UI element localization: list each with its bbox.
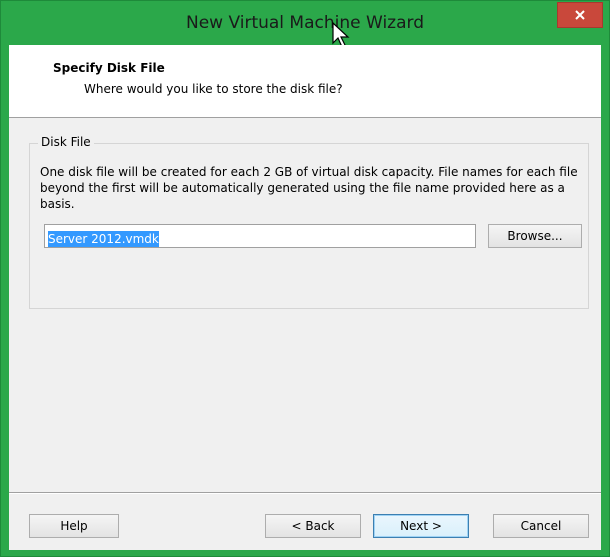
wizard-header: Specify Disk File Where would you like t… xyxy=(9,45,601,118)
next-button[interactable]: Next > xyxy=(373,514,469,538)
group-legend: Disk File xyxy=(38,135,94,149)
disk-file-group: Disk File One disk file will be created … xyxy=(29,135,589,309)
window-title: New Virtual Machine Wizard xyxy=(186,13,424,33)
disk-file-path-input[interactable]: Server 2012.vmdk xyxy=(44,224,476,248)
footer-divider xyxy=(9,492,601,494)
page-subtitle: Where would you like to store the disk f… xyxy=(84,82,343,96)
back-button[interactable]: < Back xyxy=(265,514,361,538)
help-button[interactable]: Help xyxy=(29,514,119,538)
close-button[interactable] xyxy=(557,2,603,28)
wizard-window: New Virtual Machine Wizard Specify Disk … xyxy=(0,0,610,557)
disk-file-path-value: Server 2012.vmdk xyxy=(48,231,159,247)
group-description: One disk file will be created for each 2… xyxy=(40,165,578,211)
browse-button[interactable]: Browse... xyxy=(488,224,582,248)
title-bar[interactable]: New Virtual Machine Wizard xyxy=(1,1,609,48)
cancel-button[interactable]: Cancel xyxy=(493,514,589,538)
page-title: Specify Disk File xyxy=(53,61,165,75)
close-icon xyxy=(575,10,585,20)
wizard-body: Specify Disk File Where would you like t… xyxy=(9,45,601,550)
